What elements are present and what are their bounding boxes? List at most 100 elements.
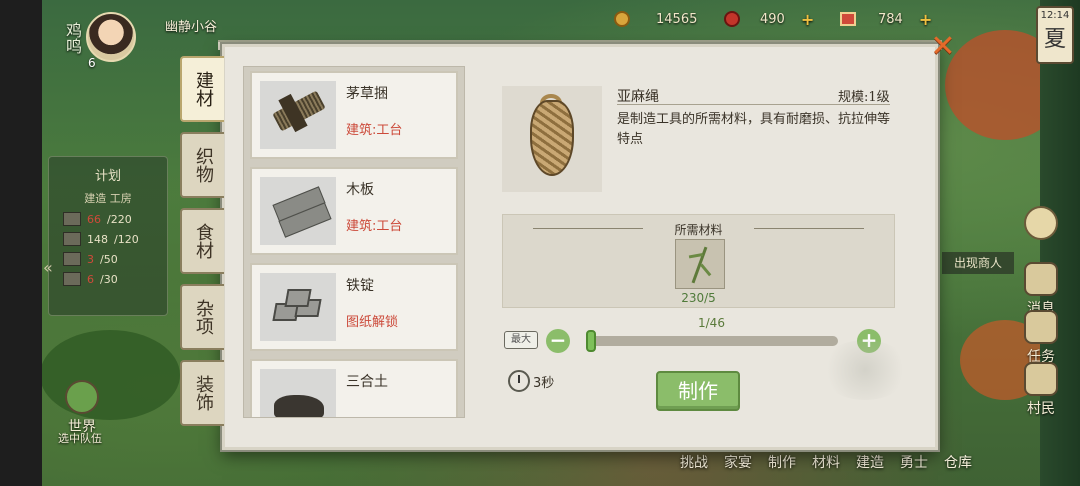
tab-food[interactable]: 食材: [180, 208, 224, 274]
list-item[interactable]: 铁锭 图纸解锁: [250, 263, 458, 351]
plan-have: 6: [87, 272, 94, 286]
required-material-count: 230/5: [681, 291, 716, 305]
plan-row: 66/220: [63, 212, 167, 226]
ticket-value: 784: [878, 11, 903, 27]
add-gem-icon[interactable]: +: [801, 10, 814, 29]
task-button[interactable]: 任务: [1018, 310, 1064, 366]
required-materials-panel: 所需材料 230/5: [502, 214, 895, 308]
plan-have: 66: [87, 212, 101, 226]
material-icon: [63, 272, 81, 286]
wood-plank-icon: [260, 177, 336, 245]
detail-item-name: 亚麻绳: [617, 89, 659, 105]
material-icon: [63, 232, 81, 246]
scroll-icon: [1024, 262, 1058, 296]
merchant-notice[interactable]: 出现商人: [942, 252, 1014, 274]
villager-button[interactable]: 村民: [1018, 362, 1064, 418]
quantity-label: 1/46: [698, 316, 725, 330]
gem-icon: [724, 11, 740, 27]
item-requirement: 建筑:工台: [346, 123, 403, 138]
ticket-counter: 784 +: [840, 9, 932, 29]
gem-value: 490: [760, 11, 785, 27]
bottom-item-craft[interactable]: 制作: [768, 452, 796, 472]
gift-icon: [840, 12, 856, 26]
rooster-crow-button[interactable]: 鸡鸣: [48, 12, 82, 64]
bottom-item-build[interactable]: 建造: [856, 452, 884, 472]
quantity-slider[interactable]: [586, 330, 838, 352]
required-materials-title: 所需材料: [674, 223, 723, 237]
list-item[interactable]: 茅草捆 建筑:工台: [250, 71, 458, 159]
plan-panel[interactable]: 计划 建造 工房 66/220 148/120 3/50 6/30: [48, 156, 168, 316]
coin-counter: 14565: [614, 9, 697, 29]
slider-handle[interactable]: [586, 330, 597, 352]
clock-icon: [508, 370, 530, 392]
coin-value: 14565: [656, 11, 698, 27]
item-requirement: 建筑:工台: [346, 219, 403, 234]
max-quantity-button[interactable]: 最大: [504, 331, 538, 349]
player-level: 6: [88, 56, 96, 70]
minus-icon[interactable]: −: [546, 329, 570, 353]
iron-ingot-icon: [260, 273, 336, 341]
bottom-item-materials[interactable]: 材料: [812, 452, 840, 472]
chevron-left-icon[interactable]: «: [43, 258, 53, 277]
detail-divider: [617, 104, 890, 105]
craft-time: 3秒: [533, 376, 555, 391]
clay-shape: [274, 395, 324, 417]
gem-counter: 490 +: [724, 9, 814, 29]
team-button[interactable]: 选中队伍: [52, 430, 108, 446]
divider: [754, 228, 864, 229]
plan-need: /50: [100, 252, 118, 266]
coin-icon: [614, 11, 630, 27]
item-name: 茅草捆: [346, 86, 388, 102]
list-item[interactable]: 木板 建筑:工台: [250, 167, 458, 255]
tab-building-materials[interactable]: 建材: [180, 56, 224, 122]
rope-icon: [502, 86, 602, 192]
list-item[interactable]: 三合土: [250, 359, 458, 417]
team-label: 选中队伍: [58, 432, 102, 445]
item-name: 铁锭: [346, 278, 374, 294]
plan-title: 计划: [94, 169, 121, 184]
flax-stem: [691, 246, 708, 284]
bottom-item-feast[interactable]: 家宴: [724, 452, 752, 472]
detail-description: 是制造工具的所需材料，具有耐磨损、抗拉伸等特点: [617, 112, 891, 147]
clock-time: 12:14: [1040, 10, 1070, 21]
flower-icon[interactable]: [1024, 206, 1058, 240]
plan-have: 148: [87, 232, 108, 246]
bottom-item-warehouse[interactable]: 仓库: [944, 452, 972, 472]
village-name: 幽静小谷: [165, 20, 218, 35]
ingot-shape: [284, 289, 312, 307]
tab-decorations[interactable]: 装饰: [180, 360, 224, 426]
category-tabs: 建材 织物 食材 杂项 装饰: [180, 56, 228, 436]
task-scroll-icon: [1024, 310, 1058, 344]
bottom-item-challenge[interactable]: 挑战: [680, 452, 708, 472]
craft-button[interactable]: 制作: [656, 371, 740, 411]
close-icon[interactable]: ✕: [928, 32, 958, 62]
player-avatar[interactable]: [86, 12, 136, 62]
plan-have: 3: [87, 252, 94, 266]
globe-icon: [65, 380, 99, 414]
bottom-menu: 挑战 家宴 制作 材料 建造 勇士 仓库: [680, 452, 972, 472]
world-button[interactable]: 世界: [58, 380, 106, 436]
item-name: 三合土: [346, 374, 388, 390]
plan-need: /120: [114, 232, 139, 246]
plan-need: /220: [107, 212, 132, 226]
tab-misc[interactable]: 杂项: [180, 284, 224, 350]
item-list[interactable]: 茅草捆 建筑:工台 木板 建筑:工台 铁锭 图纸解锁 三合土: [243, 66, 465, 418]
item-requirement: 图纸解锁: [346, 315, 399, 330]
hay-bundle-icon: [260, 81, 336, 149]
rope-coil: [530, 100, 574, 176]
add-ticket-icon[interactable]: +: [919, 10, 932, 29]
detail-spec: 规模:1级: [838, 90, 890, 105]
plan-row: 3/50: [63, 252, 167, 266]
season-label: 夏: [1043, 27, 1066, 52]
material-icon: [63, 212, 81, 226]
screen-edge-left: [0, 0, 42, 486]
bottom-item-warriors[interactable]: 勇士: [900, 452, 928, 472]
ink-decoration: [820, 340, 910, 400]
season-clock[interactable]: 12:14 夏: [1036, 6, 1074, 64]
plan-need: /30: [100, 272, 118, 286]
plan-row: 6/30: [63, 272, 167, 286]
flax-icon[interactable]: [675, 239, 725, 289]
tab-fabrics[interactable]: 织物: [180, 132, 224, 198]
villager-icon: [1024, 362, 1058, 396]
plan-subtitle: 建造 工房: [84, 192, 132, 205]
